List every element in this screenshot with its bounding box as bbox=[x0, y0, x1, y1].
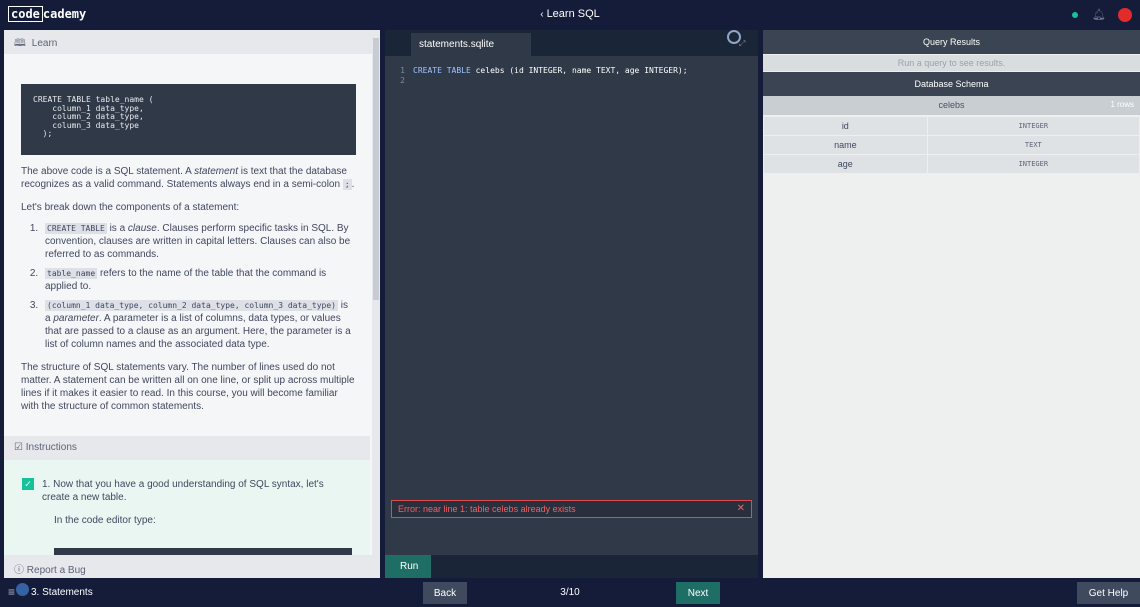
learn-header: 🕮 Learn bbox=[4, 30, 374, 54]
editor-footer: Run bbox=[385, 555, 758, 578]
column-name: name bbox=[763, 135, 928, 155]
menu-icon[interactable]: ≡ bbox=[8, 585, 15, 599]
course-title-link[interactable]: ‹ Learn SQL bbox=[0, 8, 1140, 20]
scrollbar-thumb[interactable] bbox=[373, 38, 379, 300]
instruction-item: 1. Now that you have a good understandin… bbox=[42, 479, 324, 503]
learn-panel: 🕮 Learn CREATE TABLE table_name ( column_… bbox=[4, 30, 380, 578]
get-help-button[interactable]: Get Help bbox=[1077, 582, 1140, 604]
help-circle-icon: ⓘ bbox=[14, 565, 24, 576]
bottom-navigation-bar: ≡ 3. Statements Back 3/10 Next Get Help bbox=[0, 578, 1140, 607]
list-item: CREATE TABLE is a clause. Clauses perfor… bbox=[41, 222, 356, 261]
menu-highlight-icon bbox=[16, 583, 29, 596]
instructions-body: ✓ 1. Now that you have a good understand… bbox=[4, 460, 370, 555]
table-row: age INTEGER bbox=[763, 154, 1140, 174]
database-schema-header: Database Schema bbox=[763, 72, 1140, 96]
chevron-left-icon: ‹ bbox=[540, 9, 544, 20]
checkbox-icon: ☑ bbox=[14, 442, 23, 453]
paragraph-components: Let's break down the components of a sta… bbox=[21, 202, 240, 213]
column-type: TEXT bbox=[926, 135, 1140, 155]
column-type: INTEGER bbox=[926, 116, 1140, 136]
progress-indicator: 3/10 bbox=[560, 587, 580, 598]
top-right-icons: 🔔︎ bbox=[1072, 8, 1132, 22]
list-item: table_name refers to the name of the tab… bbox=[41, 267, 356, 293]
learn-content: CREATE TABLE table_name ( column_1 data_… bbox=[21, 84, 356, 413]
instructions-header: ☑ Instructions bbox=[4, 436, 370, 460]
query-results-header: Query Results bbox=[763, 30, 1140, 54]
status-dot-icon bbox=[1072, 12, 1078, 18]
book-icon: 🕮 bbox=[14, 38, 26, 49]
user-avatar[interactable] bbox=[1118, 8, 1132, 22]
close-error-icon[interactable]: ✕ bbox=[737, 503, 745, 514]
editor-tab-bar: statements.sqlite ⤢ bbox=[385, 30, 758, 56]
course-title: Learn SQL bbox=[546, 8, 600, 20]
lesson-menu-link[interactable]: 3. Statements bbox=[31, 587, 93, 598]
syntax-code-block: CREATE TABLE table_name ( column_1 data_… bbox=[21, 84, 356, 155]
paragraph-statement: The above code is a SQL statement. A sta… bbox=[21, 166, 355, 190]
report-bug-button[interactable]: ⓘ Report a Bug bbox=[4, 555, 374, 578]
next-button[interactable]: Next bbox=[676, 582, 720, 604]
results-panel: Query Results Run a query to see results… bbox=[763, 30, 1140, 578]
top-navigation-bar: code cademy ‹ Learn SQL 🔔︎ bbox=[0, 0, 1140, 30]
table-row: id INTEGER bbox=[763, 116, 1140, 136]
code-input-area[interactable]: CREATE TABLE celebs (id INTEGER, name TE… bbox=[413, 66, 688, 76]
code-editor: statements.sqlite ⤢ 1 2 CREATE TABLE cel… bbox=[385, 30, 758, 578]
components-list: CREATE TABLE is a clause. Clauses perfor… bbox=[21, 222, 356, 351]
list-item: (column_1 data_type, column_2 data_type,… bbox=[41, 299, 356, 351]
column-type: INTEGER bbox=[926, 154, 1140, 174]
instruction-code-block bbox=[54, 548, 352, 555]
query-results-hint: Run a query to see results. bbox=[763, 55, 1140, 71]
task-complete-checkbox[interactable]: ✓ bbox=[22, 478, 34, 490]
expand-icon[interactable]: ⤢ bbox=[739, 39, 745, 49]
instruction-subtext: In the code editor type: bbox=[54, 515, 156, 526]
notification-bell-icon[interactable]: 🔔︎ bbox=[1092, 9, 1106, 21]
schema-table-title: celebs 1 rows bbox=[763, 96, 1140, 115]
tab-statements-sqlite[interactable]: statements.sqlite bbox=[411, 33, 531, 56]
column-name: age bbox=[763, 154, 928, 174]
row-count: 1 rows bbox=[1110, 100, 1134, 109]
back-button[interactable]: Back bbox=[423, 582, 467, 604]
error-message: Error: near line 1: table celebs already… bbox=[391, 500, 752, 518]
paragraph-structure: The structure of SQL statements vary. Th… bbox=[21, 362, 355, 412]
line-numbers: 1 2 bbox=[400, 66, 405, 85]
run-button[interactable]: Run bbox=[385, 555, 431, 578]
table-row: name TEXT bbox=[763, 135, 1140, 155]
column-name: id bbox=[763, 116, 928, 136]
schema-table: id INTEGER name TEXT age INTEGER bbox=[763, 116, 1140, 174]
learn-scrollbar[interactable] bbox=[372, 30, 380, 578]
